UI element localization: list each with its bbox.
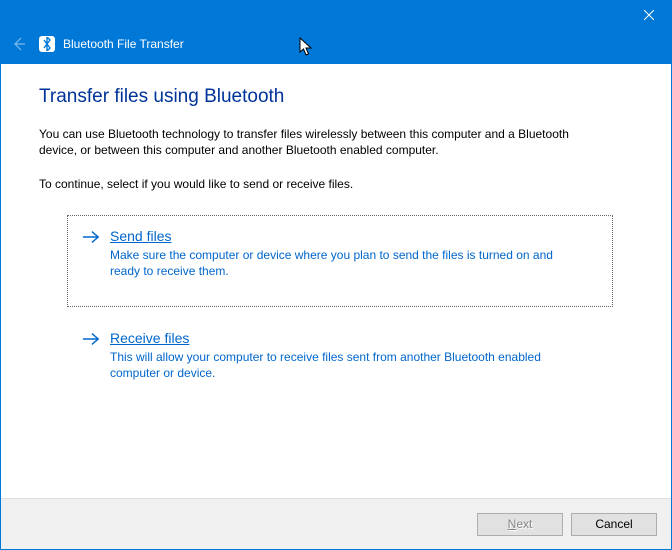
footer-bar: Next Cancel: [1, 498, 671, 549]
arrow-right-icon: [82, 332, 100, 347]
arrow-right-icon: [82, 230, 100, 245]
bluetooth-icon: [39, 36, 55, 52]
next-button: Next: [477, 513, 563, 536]
intro-text: You can use Bluetooth technology to tran…: [39, 126, 599, 158]
option-text: Receive files This will allow your compu…: [110, 330, 598, 381]
back-button: [9, 36, 29, 52]
option-send-files[interactable]: Send files Make sure the computer or dev…: [67, 215, 613, 307]
option-receive-files[interactable]: Receive files This will allow your compu…: [67, 317, 613, 398]
close-icon: [644, 10, 654, 20]
options-list: Send files Make sure the computer or dev…: [67, 215, 613, 398]
option-title: Send files: [110, 228, 171, 244]
system-bar: [1, 0, 671, 30]
wizard-window: Bluetooth File Transfer Transfer files u…: [0, 0, 672, 550]
cancel-button[interactable]: Cancel: [571, 513, 657, 536]
instruction-text: To continue, select if you would like to…: [39, 176, 599, 192]
title-bar: Bluetooth File Transfer: [1, 30, 671, 64]
window-title: Bluetooth File Transfer: [63, 37, 184, 51]
content-area: Transfer files using Bluetooth You can u…: [1, 64, 671, 498]
page-heading: Transfer files using Bluetooth: [39, 86, 633, 108]
option-text: Send files Make sure the computer or dev…: [110, 228, 598, 279]
option-title: Receive files: [110, 330, 189, 346]
option-desc: This will allow your computer to receive…: [110, 349, 570, 381]
close-button[interactable]: [626, 0, 671, 30]
option-desc: Make sure the computer or device where y…: [110, 247, 570, 279]
back-arrow-icon: [11, 36, 27, 52]
